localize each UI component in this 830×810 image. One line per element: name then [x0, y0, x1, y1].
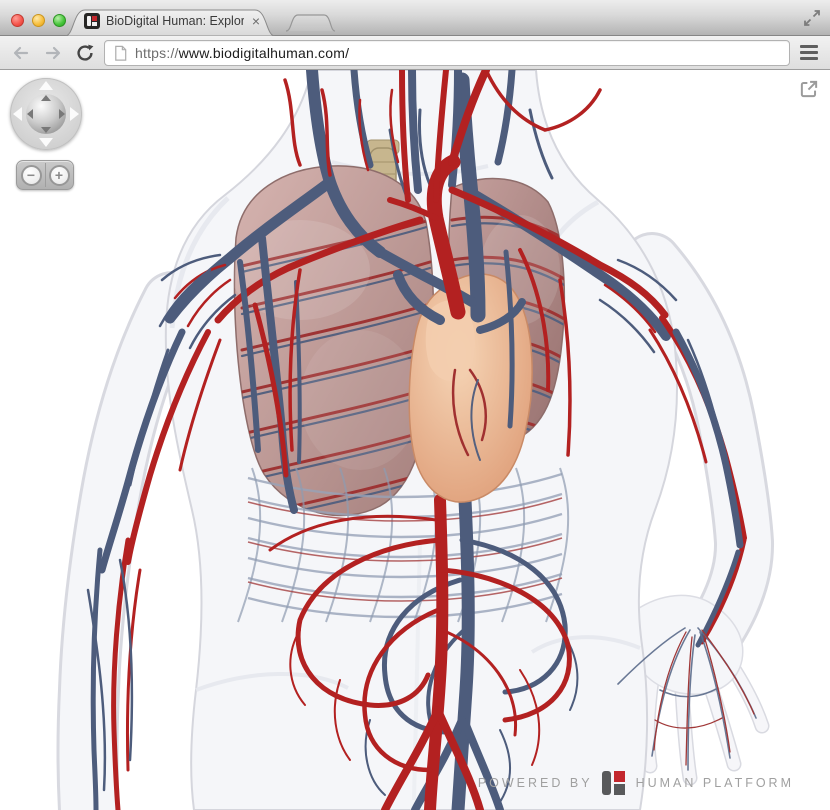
url-text: https://www.biodigitalhuman.com/ [135, 45, 349, 61]
anatomy-scene[interactable] [0, 70, 830, 810]
resize-arrows-icon[interactable] [802, 8, 822, 28]
browser-tab[interactable]: BioDigital Human: Explore × [64, 6, 278, 36]
refresh-icon [75, 43, 95, 63]
url-scheme: https:// [135, 45, 179, 61]
biodigital-logo-icon [602, 770, 627, 796]
new-tab-button[interactable] [284, 12, 336, 32]
forward-button[interactable] [40, 40, 66, 66]
tab-close-icon[interactable]: × [252, 14, 260, 28]
tab-title: BioDigital Human: Explore [106, 14, 244, 28]
back-button[interactable] [8, 40, 34, 66]
pan-left-arrow[interactable] [13, 107, 22, 121]
zoom-out-button[interactable]: − [21, 165, 42, 186]
pan-up-arrow[interactable] [39, 81, 53, 90]
powered-by-watermark: POWERED BY HUMAN PLATFORM [478, 770, 794, 796]
rotate-sphere[interactable] [26, 94, 66, 134]
arrow-right-icon [43, 43, 63, 63]
pan-down-arrow[interactable] [39, 138, 53, 147]
external-link-icon[interactable] [798, 78, 820, 100]
url-host: www.biodigitalhuman.com/ [179, 45, 350, 61]
rotate-right-icon [59, 109, 65, 119]
address-bar[interactable]: https://www.biodigitalhuman.com/ [104, 40, 790, 66]
pan-right-arrow[interactable] [70, 107, 79, 121]
pan-widget[interactable] [10, 78, 82, 150]
rotate-up-icon [41, 95, 51, 101]
browser-window: BioDigital Human: Explore × [0, 0, 830, 810]
platform-label: HUMAN PLATFORM [636, 776, 794, 790]
minimize-window-button[interactable] [32, 14, 45, 27]
close-window-button[interactable] [11, 14, 24, 27]
navigation-toolbar: https://www.biodigitalhuman.com/ [0, 36, 830, 70]
anatomy-3d-viewport[interactable]: − + POWERED BY HUMAN PLATFORM [0, 70, 830, 810]
zoom-in-button[interactable]: + [49, 165, 70, 186]
tab-favicon-icon [84, 13, 100, 29]
powered-by-label: POWERED BY [478, 776, 593, 790]
arrow-left-icon [11, 43, 31, 63]
reload-button[interactable] [72, 40, 98, 66]
rotate-down-icon [41, 127, 51, 133]
zoom-control: − + [16, 160, 74, 190]
rotate-left-icon [27, 109, 33, 119]
traffic-lights [11, 14, 66, 27]
page-icon [112, 44, 129, 62]
chrome-menu-button[interactable] [796, 40, 822, 66]
hamburger-icon [800, 45, 818, 48]
title-bar: BioDigital Human: Explore × [0, 0, 830, 36]
